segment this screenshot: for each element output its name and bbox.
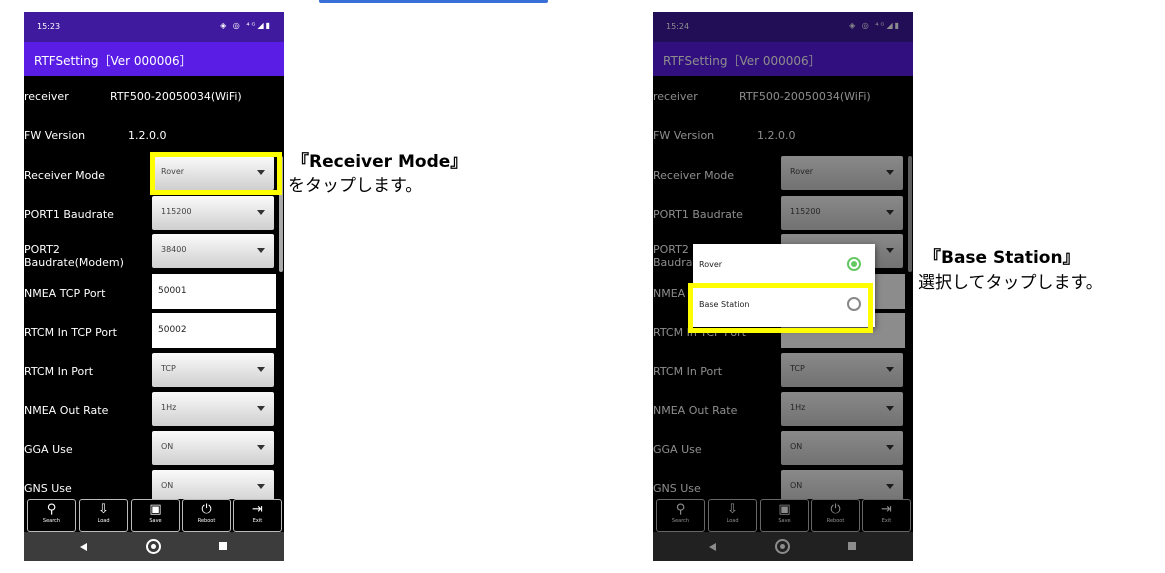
- load-button[interactable]: ⇩ Load: [79, 499, 128, 532]
- nmea-out-rate-label: NMEA Out Rate: [24, 404, 109, 417]
- nmea-tcp-port-value: 50001: [158, 286, 187, 296]
- fw-version-label: FW Version: [24, 129, 86, 142]
- rtcm-in-port-value: TCP: [161, 364, 176, 373]
- home-icon[interactable]: [146, 539, 161, 554]
- gga-use-value: ON: [161, 442, 174, 451]
- status-time: 15:23: [37, 22, 61, 31]
- search-icon: ⚲: [46, 502, 57, 517]
- option-rover[interactable]: Rover: [693, 246, 875, 286]
- rtcm-in-port-dropdown[interactable]: TCP: [152, 353, 274, 387]
- nmea-tcp-port-label: NMEA TCP Port: [24, 287, 106, 300]
- fw-version-value: 1.2.0.0: [128, 129, 167, 142]
- load-icon: ⇩: [98, 502, 109, 517]
- bottom-toolbar: ⚲ Search ⇩ Load ▣ Save ⏻ Reboot ⇥ Exit: [24, 499, 284, 532]
- power-icon: ⏻: [201, 502, 212, 517]
- receiver-value: RTF500-20050034(WiFi): [110, 90, 242, 103]
- status-bar: 15:23 ◈ ◎ ⁴ᴳ◢▮: [24, 12, 284, 42]
- dropdown-arrow-icon: [257, 248, 265, 253]
- nmea-out-rate-dropdown[interactable]: 1Hz: [152, 392, 274, 426]
- receiver-mode-label: Receiver Mode: [24, 169, 106, 182]
- top-tab-indicator: [319, 0, 548, 3]
- annotation-base-station-text: 選択してタップします。: [918, 273, 1103, 293]
- nmea-out-rate-value: 1Hz: [161, 403, 177, 412]
- search-button[interactable]: ⚲ Search: [27, 499, 76, 532]
- port2-baudrate-value: 38400: [161, 245, 187, 254]
- annotation-receiver-mode-text: をタップします。: [288, 176, 423, 196]
- exit-button[interactable]: ⇥ Exit: [233, 499, 282, 532]
- receiver-label: receiver: [24, 90, 69, 103]
- port2-baudrate-dropdown[interactable]: 38400: [152, 234, 274, 268]
- dropdown-arrow-icon: [257, 406, 265, 411]
- port1-baudrate-dropdown[interactable]: 115200: [152, 196, 274, 230]
- gns-use-label: GNS Use: [24, 482, 72, 495]
- rtcm-in-port-label: RTCM In Port: [24, 365, 94, 378]
- save-icon: ▣: [149, 502, 162, 517]
- rtcm-in-tcp-port-label: RTCM In TCP Port: [24, 326, 117, 339]
- gga-use-label: GGA Use: [24, 443, 73, 456]
- rtcm-in-tcp-port-value: 50002: [158, 325, 187, 335]
- dropdown-arrow-icon: [257, 367, 265, 372]
- nmea-tcp-port-input[interactable]: 50001: [152, 274, 276, 309]
- dropdown-arrow-icon: [257, 445, 265, 450]
- phone-screen-left: 15:23 ◈ ◎ ⁴ᴳ◢▮ RTFSetting［Ver 000006］ re…: [24, 12, 284, 561]
- reboot-button[interactable]: ⏻ Reboot: [182, 499, 231, 532]
- annotation-base-station-title: 『Base Station』: [924, 248, 1080, 268]
- annotation-receiver-mode-title: 『Receiver Mode』: [292, 152, 468, 172]
- port2-baudrate-label: PORT2 Baudrate(Modem): [24, 243, 124, 269]
- gns-use-value: ON: [161, 481, 174, 490]
- gga-use-dropdown[interactable]: ON: [152, 431, 274, 465]
- recent-apps-icon[interactable]: [219, 542, 227, 550]
- port1-baudrate-value: 115200: [161, 207, 192, 216]
- highlight-base-station: [688, 283, 873, 333]
- android-nav-bar: [24, 532, 284, 561]
- back-icon[interactable]: [80, 543, 87, 551]
- exit-icon: ⇥: [252, 502, 263, 517]
- rtcm-in-tcp-port-input[interactable]: 50002: [152, 313, 276, 348]
- option-rover-label: Rover: [699, 260, 723, 269]
- app-title: RTFSetting［Ver 000006］: [34, 54, 192, 68]
- radio-selected-icon[interactable]: [847, 257, 861, 271]
- port1-baudrate-label: PORT1 Baudrate: [24, 208, 114, 221]
- dropdown-arrow-icon: [257, 484, 265, 489]
- highlight-receiver-mode: [150, 152, 282, 195]
- status-icons: ◈ ◎ ⁴ᴳ◢▮: [220, 21, 272, 30]
- app-bar: RTFSetting［Ver 000006］: [24, 42, 284, 76]
- dropdown-arrow-icon: [257, 210, 265, 215]
- save-button[interactable]: ▣ Save: [131, 499, 180, 532]
